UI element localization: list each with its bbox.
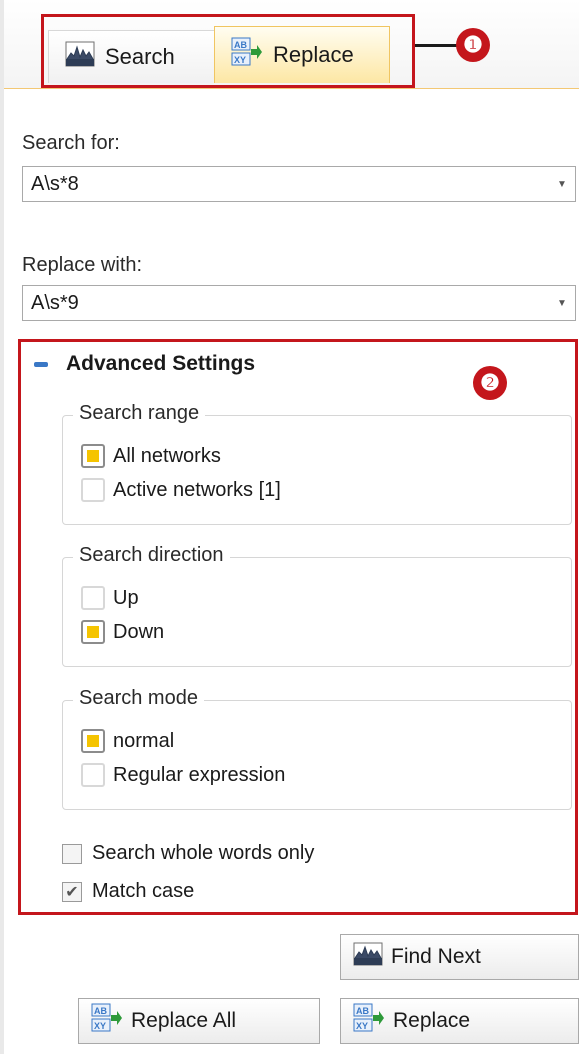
search-range-group: Search range All networks Active network… (62, 402, 572, 525)
search-direction-title: Search direction (73, 544, 230, 567)
radio-unselected-icon[interactable] (81, 478, 105, 502)
radio-all-networks[interactable]: All networks (81, 444, 221, 468)
replace-with-value: A\s*9 (31, 291, 79, 314)
radio-regular-expression[interactable]: Regular expression (81, 763, 285, 787)
radio-unselected-icon[interactable] (81, 586, 105, 610)
checkbox-whole-words-label: Search whole words only (92, 842, 315, 864)
replace-ab-xy-icon: AB XY (91, 1003, 123, 1039)
search-mode-title: Search mode (73, 687, 204, 710)
search-for-label: Search for: (22, 132, 120, 154)
replace-with-label: Replace with: (22, 254, 143, 276)
radio-regular-expression-label: Regular expression (113, 763, 286, 786)
checkbox-match-case-label: Match case (92, 880, 195, 902)
find-next-label: Find Next (391, 945, 481, 968)
radio-selected-icon[interactable] (81, 444, 105, 468)
svg-text:AB: AB (356, 1006, 369, 1016)
radio-down-label: Down (113, 620, 165, 643)
radio-up[interactable]: Up (81, 586, 139, 610)
callout-badge-two: ❷ (473, 366, 507, 400)
replace-with-combobox[interactable]: A\s*9 ▼ (22, 285, 576, 321)
replace-label: Replace (393, 1009, 471, 1032)
replace-all-button[interactable]: AB XY Replace All (78, 998, 320, 1044)
radio-active-networks-label: Active networks [1] (113, 478, 281, 501)
replace-ab-xy-icon: AB XY (353, 1003, 385, 1039)
radio-up-label: Up (113, 586, 139, 609)
advanced-settings-title: Advanced Settings (66, 352, 256, 375)
search-for-combobox[interactable]: A\s*8 ▼ (22, 166, 576, 202)
svg-text:XY: XY (356, 1021, 368, 1031)
radio-down[interactable]: Down (81, 620, 164, 644)
radio-selected-icon[interactable] (81, 620, 105, 644)
search-range-title: Search range (73, 402, 206, 425)
search-for-value: A\s*8 (31, 172, 79, 195)
advanced-settings-header[interactable]: Advanced Settings (34, 352, 255, 376)
chevron-down-icon[interactable]: ▼ (549, 179, 575, 190)
svg-text:AB: AB (94, 1006, 107, 1016)
radio-all-networks-label: All networks (113, 444, 221, 467)
callout-leader-line (415, 44, 457, 47)
checkbox-match-case[interactable]: ✔ Match case (62, 880, 194, 903)
window-left-edge (0, 0, 4, 1054)
checkbox-unchecked-icon[interactable] (62, 843, 82, 864)
search-mode-group: Search mode normal Regular expression (62, 687, 572, 810)
radio-selected-icon[interactable] (81, 729, 105, 753)
chevron-down-icon[interactable]: ▼ (549, 298, 575, 309)
radio-active-networks[interactable]: Active networks [1] (81, 478, 281, 502)
checkmark-icon[interactable]: ✔ (62, 881, 82, 902)
callout-badge-one: ❶ (456, 28, 490, 62)
find-next-button[interactable]: Find Next (340, 934, 579, 980)
svg-text:XY: XY (94, 1021, 106, 1031)
search-chart-icon (353, 942, 383, 972)
checkbox-whole-words[interactable]: Search whole words only (62, 842, 314, 865)
search-direction-group: Search direction Up Down (62, 544, 572, 667)
radio-normal[interactable]: normal (81, 729, 174, 753)
radio-normal-label: normal (113, 729, 175, 752)
callout-box-tabs (41, 14, 415, 88)
replace-all-label: Replace All (131, 1009, 237, 1032)
radio-unselected-icon[interactable] (81, 763, 105, 787)
replace-button[interactable]: AB XY Replace (340, 998, 579, 1044)
collapse-minus-icon[interactable] (34, 361, 48, 367)
